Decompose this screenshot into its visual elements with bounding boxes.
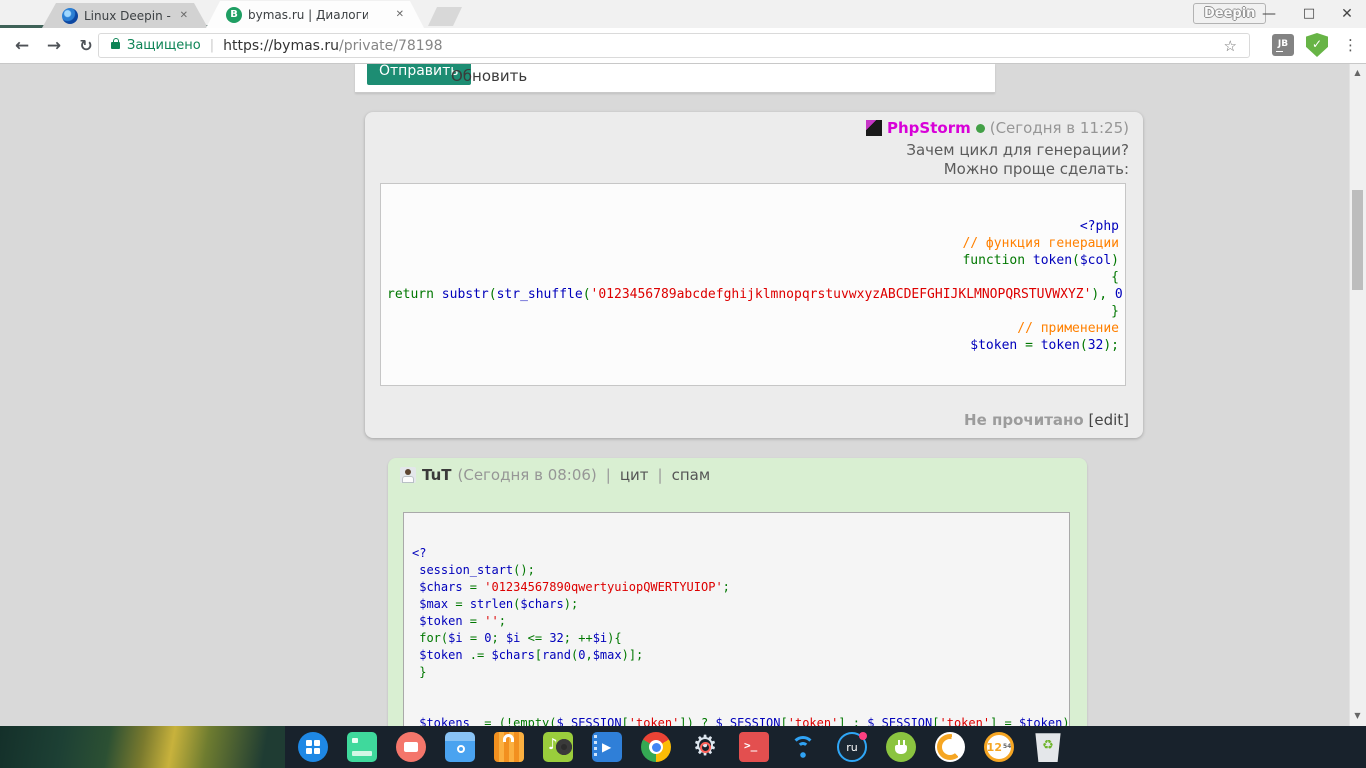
multitasking-icon[interactable] xyxy=(396,732,426,762)
unread-label: Не прочитано xyxy=(964,411,1084,429)
maximize-button[interactable]: □ xyxy=(1298,5,1320,23)
minimize-button[interactable]: — xyxy=(1258,5,1280,23)
code-line: } xyxy=(387,303,1119,320)
code-line: // функция генерации xyxy=(387,235,1119,252)
launcher-icon[interactable] xyxy=(298,732,328,762)
trash-icon[interactable] xyxy=(1033,732,1063,762)
dock-bar: ru 1254 xyxy=(285,726,1366,768)
app-store-icon[interactable] xyxy=(494,732,524,762)
deepin-window-badge: Deepin xyxy=(1193,3,1266,24)
message-header: TuT (Сегодня в 08:06) | цит | спам xyxy=(400,466,710,484)
code-line: $chars = '01234567890qwertyuiopQWERTYUIO… xyxy=(412,579,1065,596)
tab-title: Linux Deepin - Российск xyxy=(84,9,174,23)
adguard-shield-icon[interactable]: ✓ xyxy=(1306,33,1328,57)
volume-icon[interactable] xyxy=(935,732,965,762)
scroll-up-icon[interactable]: ▲ xyxy=(1351,68,1364,77)
message-footer: Не прочитано [edit] xyxy=(964,411,1129,429)
browser-menu-icon[interactable]: ⋮ xyxy=(1343,34,1358,56)
control-center-icon[interactable] xyxy=(690,732,720,762)
code-line: { xyxy=(387,269,1119,286)
code-line: session_start(); xyxy=(412,562,1065,579)
terminal-icon[interactable] xyxy=(739,732,769,762)
chrome-icon[interactable] xyxy=(641,732,671,762)
php-code-block: <? session_start(); $chars = '0123456789… xyxy=(403,512,1070,726)
message-line: Можно проще сделать: xyxy=(906,160,1129,179)
forward-button[interactable]: → xyxy=(40,32,68,60)
quote-link[interactable]: цит xyxy=(620,466,649,484)
code-line: $token = ''; xyxy=(412,613,1065,630)
code-line: $tokens = (!empty($_SESSION['token']) ? … xyxy=(412,715,1065,726)
movie-icon[interactable] xyxy=(592,732,622,762)
bookmark-star-icon[interactable]: ☆ xyxy=(1224,37,1237,55)
author-name[interactable]: TuT xyxy=(422,466,452,484)
url-path: /private/78198 xyxy=(339,38,442,54)
secure-lock-icon xyxy=(111,42,120,49)
code-line: $token .= $chars[rand(0,$max)]; xyxy=(412,647,1065,664)
message-time: (Сегодня в 08:06) xyxy=(458,466,597,484)
code-line xyxy=(412,681,1065,698)
jetbrains-extension-icon[interactable]: JB xyxy=(1272,34,1294,56)
tab-strip: Linux Deepin - Российск ✕ B bymas.ru | Д… xyxy=(0,0,1366,28)
bymas-favicon-icon: B xyxy=(226,7,242,23)
power-icon[interactable] xyxy=(886,732,916,762)
music-icon[interactable] xyxy=(543,732,573,762)
code-line: $token = token(32); xyxy=(387,337,1119,354)
author-name[interactable]: PhpStorm xyxy=(887,119,971,137)
separator: | xyxy=(658,466,663,484)
online-status-dot xyxy=(976,124,985,133)
scrollbar-track[interactable]: ▲ ▼ xyxy=(1349,64,1366,726)
browser-toolbar: ← → ↻ Защищено | https://bymas.ru /priva… xyxy=(0,28,1366,64)
message-time: (Сегодня в 11:25) xyxy=(990,119,1129,137)
scroll-down-icon[interactable]: ▼ xyxy=(1351,711,1364,720)
tab-linux-deepin[interactable]: Linux Deepin - Российск ✕ xyxy=(42,3,208,28)
phpstorm-avatar xyxy=(866,120,882,136)
url-host: https://bymas.ru xyxy=(223,38,339,54)
tab-close-icon[interactable]: ✕ xyxy=(180,10,188,21)
separator: | xyxy=(606,466,611,484)
close-button[interactable]: ✕ xyxy=(1336,5,1358,23)
code-line xyxy=(412,698,1065,715)
reload-button[interactable]: ↻ xyxy=(72,32,100,60)
message-phpstorm: PhpStorm (Сегодня в 11:25) Зачем цикл дл… xyxy=(365,112,1143,438)
message-header: PhpStorm (Сегодня в 11:25) xyxy=(866,119,1129,137)
wifi-icon[interactable] xyxy=(788,732,818,762)
desktop-dock: ru 1254 xyxy=(0,726,1366,768)
deepin-app-icon[interactable] xyxy=(347,732,377,762)
page-viewport: Отправить Обновить PhpStorm (Сегодня в 1… xyxy=(0,64,1366,726)
clock-icon[interactable]: 1254 xyxy=(984,732,1014,762)
message-text: Зачем цикл для генерации? Можно проще сд… xyxy=(906,141,1129,179)
code-line: // применение xyxy=(387,320,1119,337)
code-line: for($i = 0; $i <= 32; ++$i){ xyxy=(412,630,1065,647)
keyboard-layout-icon[interactable]: ru xyxy=(837,732,867,762)
secure-label: Защищено xyxy=(127,38,201,53)
code-line: <?php xyxy=(387,218,1119,235)
code-line: } xyxy=(412,664,1065,681)
back-button[interactable]: ← xyxy=(8,32,36,60)
php-code-block: <?php// функция генерацииfunction token(… xyxy=(380,183,1126,386)
message-tut: TuT (Сегодня в 08:06) | цит | спам <? se… xyxy=(388,458,1087,726)
refresh-button[interactable]: Обновить xyxy=(451,67,527,85)
screen: Linux Deepin - Российск ✕ B bymas.ru | Д… xyxy=(0,0,1366,768)
code-line: return substr(str_shuffle('0123456789abc… xyxy=(387,286,1119,303)
code-line: $max = strlen($chars); xyxy=(412,596,1065,613)
deepin-favicon-icon xyxy=(62,8,78,24)
message-line: Зачем цикл для генерации? xyxy=(906,141,1129,160)
scrollbar-thumb[interactable] xyxy=(1352,190,1363,290)
spam-link[interactable]: спам xyxy=(672,466,711,484)
user-avatar xyxy=(400,467,416,483)
url-separator: | xyxy=(210,38,214,53)
desktop-wallpaper xyxy=(0,726,285,768)
file-manager-icon[interactable] xyxy=(445,732,475,762)
code-line: <? xyxy=(412,545,1065,562)
tab-bymas-dialogs[interactable]: B bymas.ru | Диалоги ✕ xyxy=(206,1,424,28)
code-line: function token($col) xyxy=(387,252,1119,269)
edit-link[interactable]: [edit] xyxy=(1088,411,1129,429)
compose-card: Отправить Обновить xyxy=(355,64,995,93)
tab-title: bymas.ru | Диалоги xyxy=(248,8,368,22)
address-bar[interactable]: Защищено | https://bymas.ru /private/781… xyxy=(98,33,1250,58)
new-tab-button[interactable] xyxy=(428,7,462,26)
tab-close-icon[interactable]: ✕ xyxy=(396,9,404,20)
